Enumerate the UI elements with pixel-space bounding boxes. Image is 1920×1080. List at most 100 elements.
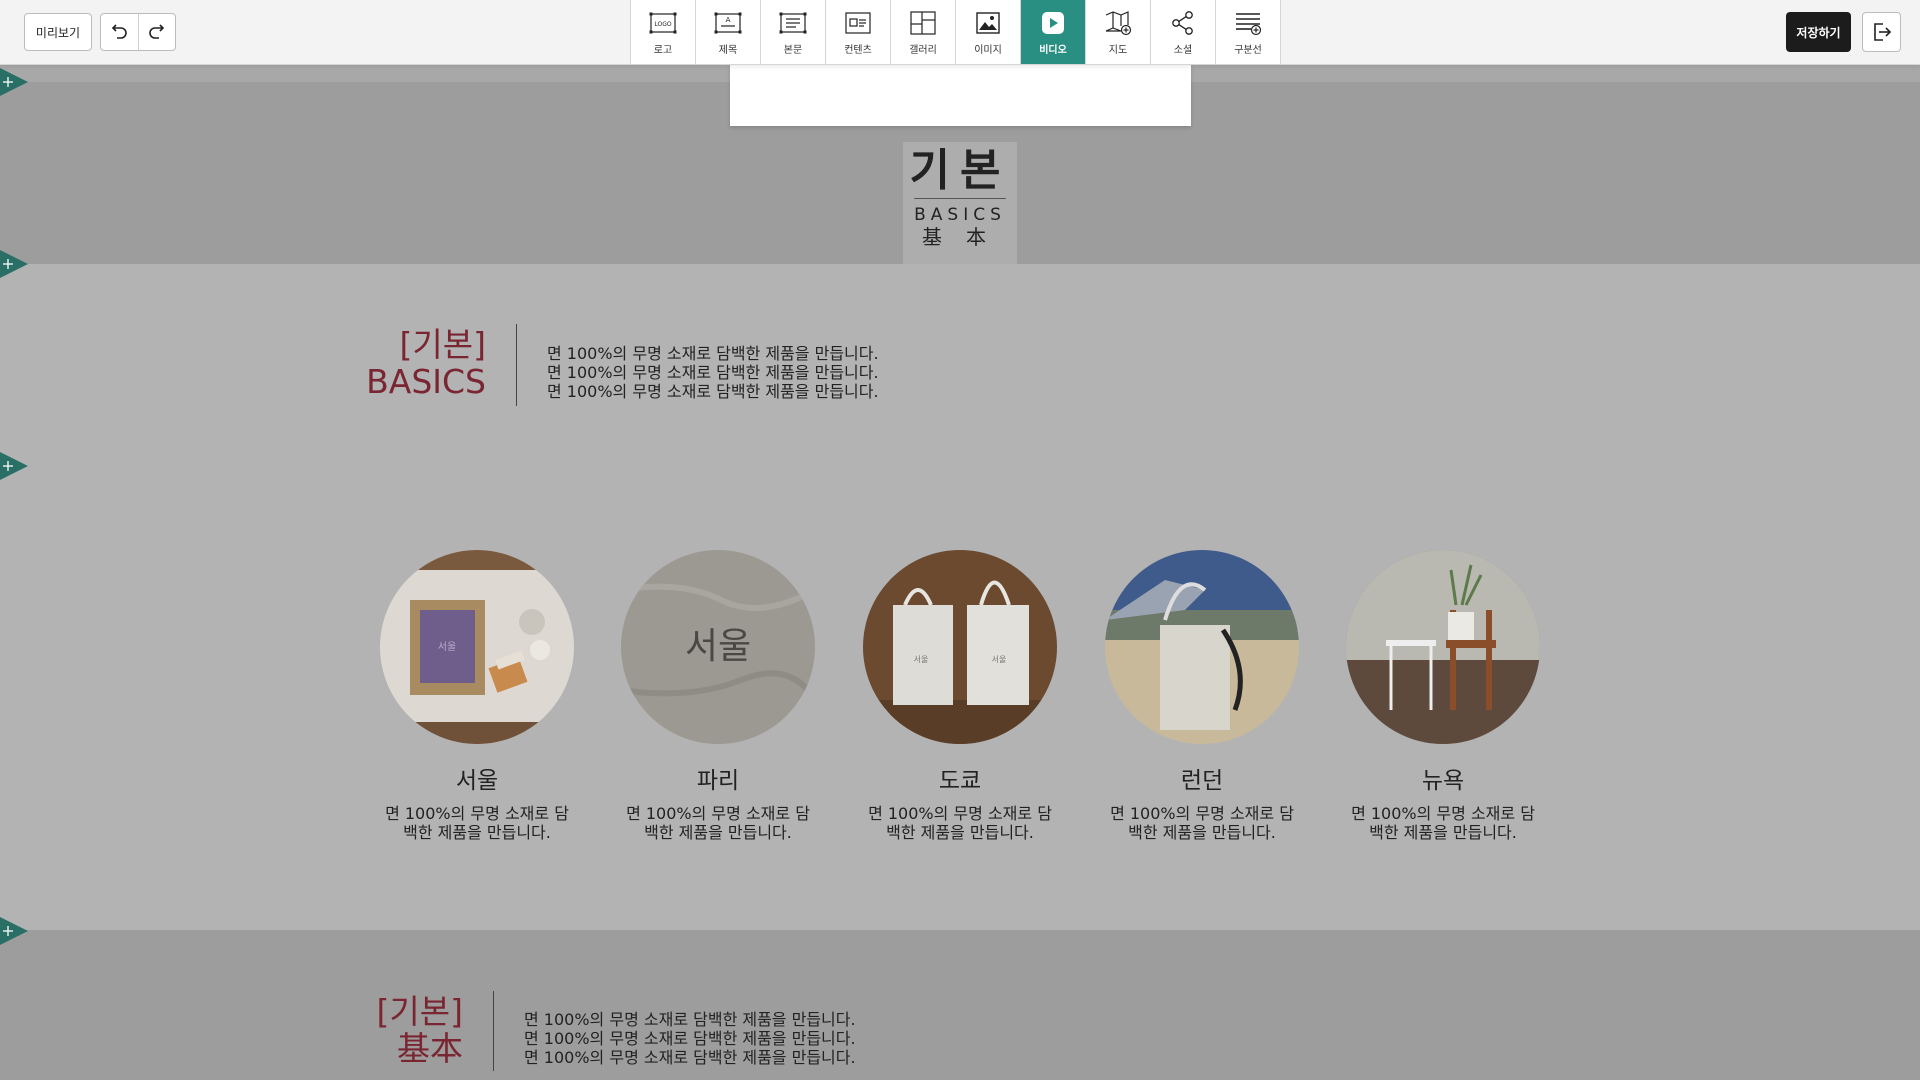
- fabric-print-photo[interactable]: 서울: [621, 550, 815, 744]
- card-description: 면 100%의 무명 소재로 담 백한 제품을 만듭니다.: [1343, 804, 1543, 842]
- city-card[interactable]: 뉴욕 면 100%의 무명 소재로 담 백한 제품을 만듭니다.: [1343, 550, 1543, 842]
- section-heading-line1: [기본]: [376, 992, 463, 1031]
- divider-icon: [1236, 13, 1262, 36]
- city-card[interactable]: 서울 서울 면 100%의 무명 소재로 담 백한 제품을 만듭니다.: [377, 550, 577, 842]
- add-section-plus-icon[interactable]: [0, 68, 28, 96]
- section-heading[interactable]: [기본] 基本: [340, 993, 463, 1067]
- tool-label: 로고: [653, 45, 673, 56]
- paragraph-line: 면 100%의 무명 소재로 담백한 제품을 만듭니다.: [524, 1029, 856, 1048]
- content-icon: [845, 12, 871, 34]
- brand-logo[interactable]: 기본 BASICS 基本: [903, 142, 1017, 264]
- chairs-interior-photo[interactable]: [1346, 550, 1540, 744]
- photo-graphic: 서울: [621, 550, 815, 744]
- city-card[interactable]: 서울 서울 도쿄 면 100%의 무명 소재로 담 백한 제품을 만듭니다.: [860, 550, 1060, 842]
- card-description-line: 면 100%의 무명 소재로 담: [1351, 804, 1535, 823]
- editor-toolbar: 미리보기 LOGO 로고 A 제목 본문 컨텐츠 갤러리 이미지 비디오 지도 …: [0, 0, 1920, 65]
- tool-logo[interactable]: LOGO 로고: [631, 0, 696, 64]
- add-section-plus-icon[interactable]: [0, 250, 28, 278]
- paragraph-line: 면 100%의 무명 소재로 담백한 제품을 만듭니다.: [547, 344, 879, 363]
- redo-button[interactable]: [137, 14, 176, 50]
- basics-hanja-section[interactable]: [기본] 基本 면 100%의 무명 소재로 담백한 제품을 만듭니다. 면 1…: [0, 930, 1920, 1080]
- card-title: 도쿄: [938, 768, 982, 794]
- tool-divider[interactable]: 구분선: [1216, 0, 1281, 64]
- section-heading-line1: [기본]: [399, 325, 486, 364]
- section-paragraph[interactable]: 면 100%의 무명 소재로 담백한 제품을 만듭니다. 면 100%의 무명 …: [524, 1010, 856, 1067]
- add-section-plus-icon[interactable]: [0, 917, 28, 945]
- vertical-divider: [493, 991, 494, 1071]
- card-description-line: 백한 제품을 만듭니다.: [403, 823, 551, 842]
- widget-toolbar: LOGO 로고 A 제목 본문 컨텐츠 갤러리 이미지 비디오 지도 소셜 구분…: [630, 0, 1281, 64]
- image-icon: [976, 12, 1000, 34]
- tool-map[interactable]: 지도: [1086, 0, 1151, 64]
- svg-text:A: A: [726, 16, 731, 24]
- photo-graphic: 서울 서울: [863, 550, 1057, 744]
- paragraph-line: 면 100%의 무명 소재로 담백한 제품을 만듭니다.: [547, 363, 879, 382]
- svg-text:서울: 서울: [438, 641, 456, 653]
- exit-icon: [1873, 23, 1891, 41]
- card-title: 서울: [455, 768, 499, 794]
- tool-image[interactable]: 이미지: [956, 0, 1021, 64]
- tool-label: 컨텐츠: [844, 45, 872, 56]
- redo-icon: [149, 24, 164, 39]
- card-title: 뉴욕: [1421, 768, 1465, 794]
- card-description: 면 100%의 무명 소재로 담 백한 제품을 만듭니다.: [618, 804, 818, 842]
- exit-button[interactable]: [1862, 12, 1901, 52]
- card-description-line: 백한 제품을 만듭니다.: [644, 823, 792, 842]
- tool-label: 구분선: [1234, 45, 1262, 56]
- add-section-plus-icon[interactable]: [0, 452, 28, 480]
- tool-label: 갤러리: [909, 45, 937, 56]
- photo-graphic: 서울: [380, 550, 574, 744]
- video-tool-dropdown-panel[interactable]: [730, 64, 1191, 126]
- card-title: 런던: [1180, 768, 1224, 794]
- card-description-line: 면 100%의 무명 소재로 담: [868, 804, 1052, 823]
- stamp-and-frame-photo[interactable]: 서울: [380, 550, 574, 744]
- card-description-line: 백한 제품을 만듭니다.: [886, 823, 1034, 842]
- section-heading-line2: 基本: [397, 1029, 463, 1068]
- tool-gallery[interactable]: 갤러리: [891, 0, 956, 64]
- tool-title[interactable]: A 제목: [696, 0, 761, 64]
- paragraph-line: 면 100%의 무명 소재로 담백한 제품을 만듭니다.: [547, 382, 879, 401]
- city-cards-section[interactable]: 서울 서울 면 100%의 무명 소재로 담 백한 제품을 만듭니다. 서울 파…: [0, 464, 1920, 930]
- card-description-line: 면 100%의 무명 소재로 담: [626, 804, 810, 823]
- brand-logo-rule: [914, 198, 1006, 199]
- card-title: 파리: [696, 768, 740, 794]
- section-paragraph[interactable]: 면 100%의 무명 소재로 담백한 제품을 만듭니다. 면 100%의 무명 …: [547, 344, 879, 401]
- photo-graphic: [1105, 550, 1299, 744]
- city-card[interactable]: 런던 면 100%의 무명 소재로 담 백한 제품을 만듭니다.: [1102, 550, 1302, 842]
- brand-logo-korean: 기본: [909, 145, 1011, 196]
- card-description: 면 100%의 무명 소재로 담 백한 제품을 만듭니다.: [860, 804, 1060, 842]
- card-description-line: 면 100%의 무명 소재로 담: [1110, 804, 1294, 823]
- card-description-line: 백한 제품을 만듭니다.: [1128, 823, 1276, 842]
- city-card[interactable]: 서울 파리 면 100%의 무명 소재로 담 백한 제품을 만듭니다.: [618, 550, 818, 842]
- undo-icon: [112, 24, 127, 39]
- map-icon: [1105, 11, 1132, 36]
- card-description-line: 백한 제품을 만듭니다.: [1369, 823, 1517, 842]
- fabric-print-text: 서울: [685, 626, 751, 667]
- tool-video[interactable]: 비디오: [1021, 0, 1086, 64]
- section-heading-line2: BASICS: [366, 362, 486, 401]
- section-heading[interactable]: [기본] BASICS: [340, 326, 486, 400]
- undo-button[interactable]: [101, 14, 138, 50]
- tool-label: 소셜: [1173, 45, 1193, 56]
- save-button[interactable]: 저장하기: [1786, 12, 1851, 52]
- video-icon: [1042, 12, 1064, 34]
- tool-social[interactable]: 소셜: [1151, 0, 1216, 64]
- basics-intro-section[interactable]: [기본] BASICS 면 100%의 무명 소재로 담백한 제품을 만듭니다.…: [0, 264, 1920, 464]
- tote-bags-photo[interactable]: 서울 서울: [863, 550, 1057, 744]
- body-text-icon: [779, 12, 807, 34]
- preview-button[interactable]: 미리보기: [24, 13, 92, 51]
- card-description: 면 100%의 무명 소재로 담 백한 제품을 만듭니다.: [1102, 804, 1302, 842]
- brand-logo-hanja: 基本: [922, 225, 1010, 249]
- paragraph-line: 면 100%의 무명 소재로 담백한 제품을 만듭니다.: [524, 1048, 856, 1067]
- share-icon: [1172, 11, 1193, 35]
- svg-text:LOGO: LOGO: [654, 21, 672, 28]
- tool-label: 본문: [783, 45, 803, 56]
- tool-content[interactable]: 컨텐츠: [826, 0, 891, 64]
- brand-logo-english: BASICS: [914, 205, 1006, 225]
- tool-label: 제목: [718, 45, 738, 56]
- beach-bag-photo[interactable]: [1105, 550, 1299, 744]
- tool-body-text[interactable]: 본문: [761, 0, 826, 64]
- gallery-icon: [910, 11, 936, 35]
- title-icon: A: [714, 12, 742, 34]
- svg-text:서울: 서울: [992, 655, 1007, 664]
